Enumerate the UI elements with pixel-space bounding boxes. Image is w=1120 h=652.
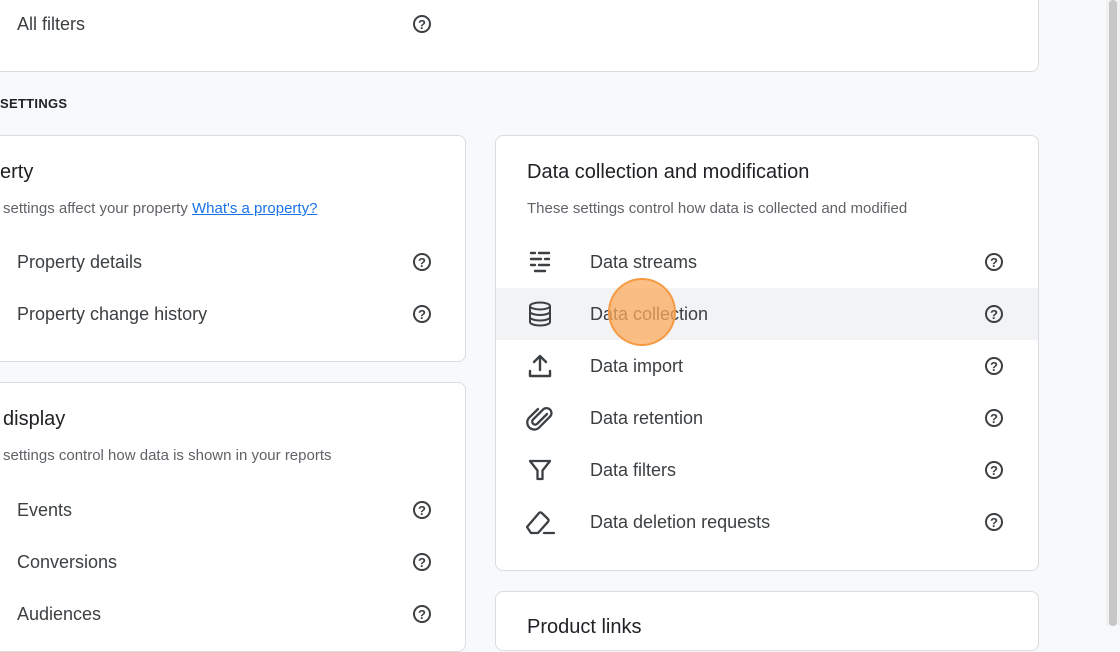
- data-retention-label: Data retention: [590, 407, 704, 428]
- database-icon: [529, 301, 551, 327]
- data-streams-label: Data streams: [590, 251, 698, 272]
- whats-a-property-link[interactable]: What's a property?: [192, 200, 317, 217]
- help-icon[interactable]: ?: [413, 501, 431, 519]
- data-import-label: Data import: [590, 355, 684, 376]
- data-import-row[interactable]: Data import ?: [496, 340, 1038, 392]
- upload-icon: [528, 354, 552, 378]
- product-links-title: Product links: [527, 616, 642, 638]
- audiences-label: Audiences: [17, 603, 102, 624]
- section-label: SETTINGS: [0, 96, 68, 111]
- conversions-label: Conversions: [17, 551, 118, 572]
- help-icon[interactable]: ?: [413, 553, 431, 571]
- filter-icon: [528, 459, 552, 481]
- all-filters-row[interactable]: All filters ?: [17, 0, 437, 50]
- data-collection-row[interactable]: Data collection ?: [496, 288, 1038, 340]
- events-row[interactable]: Events ?: [17, 484, 437, 536]
- help-icon[interactable]: ?: [413, 605, 431, 623]
- property-change-history-label: Property change history: [17, 303, 208, 324]
- paperclip-icon: [526, 406, 553, 431]
- help-icon[interactable]: ?: [985, 409, 1003, 427]
- data-card-title: Data collection and modification: [527, 161, 810, 183]
- scrollbar-thumb[interactable]: [1109, 0, 1117, 626]
- vertical-scrollbar[interactable]: [1106, 0, 1120, 626]
- audiences-row[interactable]: Audiences ?: [17, 588, 437, 640]
- data-retention-row[interactable]: Data retention ?: [496, 392, 1038, 444]
- help-icon[interactable]: ?: [413, 15, 431, 33]
- data-deletion-requests-row[interactable]: Data deletion requests ?: [496, 496, 1038, 548]
- help-icon[interactable]: ?: [413, 253, 431, 271]
- property-details-label: Property details: [17, 251, 143, 272]
- property-change-history-row[interactable]: Property change history ?: [17, 288, 437, 340]
- data-streams-row[interactable]: Data streams ?: [496, 236, 1038, 288]
- help-icon[interactable]: ?: [985, 253, 1003, 271]
- data-filters-label: Data filters: [590, 459, 677, 480]
- display-card-title: display: [3, 408, 66, 430]
- display-card-subtitle: settings control how data is shown in yo…: [3, 447, 332, 464]
- data-card-subtitle: These settings control how data is colle…: [527, 200, 908, 217]
- data-deletion-requests-label: Data deletion requests: [590, 511, 771, 532]
- data-streams-icon: [529, 251, 551, 273]
- all-filters-label: All filters: [17, 13, 86, 34]
- data-collection-label: Data collection: [590, 303, 709, 324]
- help-icon[interactable]: ?: [985, 305, 1003, 323]
- property-card-subtitle: settings affect your property What's a p…: [3, 200, 318, 217]
- help-icon[interactable]: ?: [413, 305, 431, 323]
- conversions-row[interactable]: Conversions ?: [17, 536, 437, 588]
- help-icon[interactable]: ?: [985, 513, 1003, 531]
- events-label: Events: [17, 499, 73, 520]
- help-icon[interactable]: ?: [985, 357, 1003, 375]
- data-filters-row[interactable]: Data filters ?: [496, 444, 1038, 496]
- property-details-row[interactable]: Property details ?: [17, 236, 437, 288]
- help-icon[interactable]: ?: [985, 461, 1003, 479]
- eraser-icon: [525, 511, 556, 535]
- property-card-title: erty: [0, 161, 34, 183]
